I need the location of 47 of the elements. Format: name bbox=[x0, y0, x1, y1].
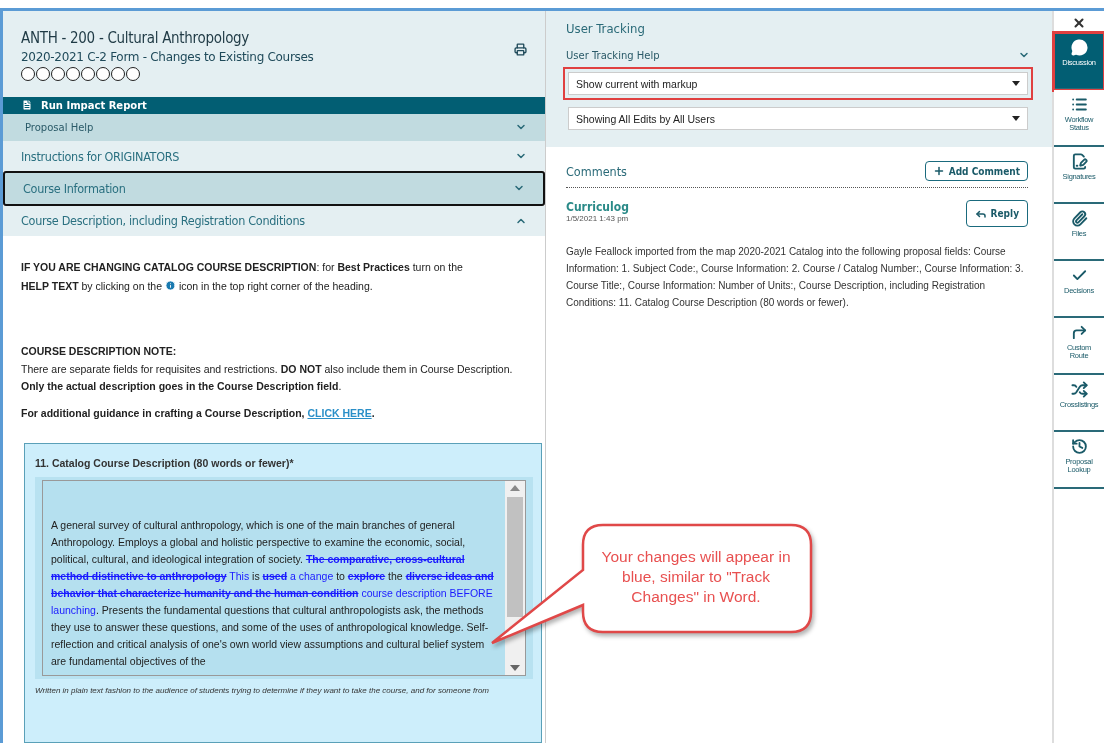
panel-title: User Tracking bbox=[566, 21, 646, 36]
shuffle-icon bbox=[1070, 381, 1088, 398]
tracking-select[interactable]: Show current with markup bbox=[568, 72, 1028, 95]
add-comment-button[interactable]: Add Comment bbox=[924, 161, 1028, 181]
proposal-help-label: Proposal Help bbox=[25, 121, 94, 133]
caret-icon bbox=[1012, 81, 1020, 86]
speech-bubble-icon bbox=[1070, 39, 1088, 56]
section-header[interactable]: Course Information bbox=[3, 171, 545, 206]
proposal-help-bar[interactable]: Proposal Help bbox=[3, 113, 545, 141]
section-title: Instructions for ORIGINATORS bbox=[21, 148, 180, 164]
form-name: 2020-2021 C-2 Form - Changes to Existing Courses bbox=[21, 50, 314, 64]
section-header[interactable]: Course Description, including Registration Conditions bbox=[3, 205, 545, 236]
note-text: There are separate fields for requisites and restrictions. DO NOT also include them in Course Description. Only the actual description goes in the Course Description field. bbox=[21, 362, 514, 394]
comment-text: Gayle Feallock imported from the map 2020-2021 Catalog into the following proposal fields: Course Information: 1. Subject Code:, Course Information: 2. Course / Catalog Number:, Course Information: 3. Course Title:, Course Information: Number of Units:, Course Description, including Registration Conditions: 11. Catalog Course Description (80 words or fewer). bbox=[566, 245, 1025, 310]
signature-icon bbox=[1070, 153, 1088, 170]
instruction-text: icon in the top right corner of the heading. bbox=[178, 280, 373, 292]
info-icon bbox=[164, 280, 176, 291]
tracking-help-label[interactable]: User Tracking Help bbox=[566, 49, 660, 61]
section-title: Course Description, including Registration Conditions bbox=[21, 213, 305, 229]
section-title: Course Information bbox=[23, 180, 126, 196]
reply-button[interactable]: Reply bbox=[965, 200, 1028, 227]
field-label: 11. Catalog Course Description (80 words or fewer)* bbox=[35, 456, 295, 471]
comment-author: Curriculog bbox=[566, 200, 629, 214]
route-icon bbox=[1070, 324, 1088, 341]
document-icon bbox=[21, 99, 33, 112]
note-heading: COURSE DESCRIPTION NOTE: bbox=[21, 345, 177, 357]
scrollbar[interactable] bbox=[505, 481, 525, 675]
course-title: ANTH - 200 - Cultural Anthropology bbox=[21, 29, 251, 47]
instruction-text: IF YOU ARE CHANGING CATALOG COURSE DESCRIPTION: for Best Practices turn on the bbox=[21, 260, 464, 275]
caret-icon bbox=[1012, 116, 1020, 121]
description-text: A general survey of cultural anthropology, which is one of the main branches of general Anthropology. Employs a global and holistic perspective to examine the economic, social, political, cultural, and ideological integration of society. The comparative, cross-cultural method distinctive to anthropology This is used a change to explore the diverse ideas and behavior that characterize humanity and the human condition course description BEFORE launching. Presents the fundamental questions that cultural anthropologists ask, the methods they use to answer these questions, and some of the uses of anthropological knowledge. Self-reflection and critical analysis of one's own world view assumptions and cultural belief system are fundamental objectives of the bbox=[51, 519, 494, 667]
description-field[interactable] bbox=[42, 480, 526, 676]
callout-text: Your changes will appear in blue, similar to "Track Changes" in Word. bbox=[600, 547, 792, 607]
impact-report-button[interactable]: Run Impact Report bbox=[3, 97, 545, 114]
list-icon bbox=[1070, 96, 1088, 113]
instruction-text: HELP TEXT by clicking on the bbox=[21, 280, 163, 292]
guidance-text: For additional guidance in crafting a Course Description, CLICK HERE. bbox=[21, 406, 376, 421]
comments-title: Comments bbox=[566, 163, 627, 179]
section-header[interactable]: Instructions for ORIGINATORS bbox=[3, 140, 545, 172]
click-here-link[interactable]: CLICK HERE bbox=[307, 407, 372, 419]
tracking-select[interactable]: Showing All Edits by All Users bbox=[568, 107, 1028, 130]
comment-date: 1/5/2021 1:43 pm bbox=[566, 214, 629, 223]
paperclip-icon bbox=[1070, 210, 1088, 227]
plus-icon bbox=[932, 165, 945, 177]
field-hint: Written in plain text fashion to the audience of students trying to determine if they want to take the course, and for someone from bbox=[35, 685, 491, 697]
print-icon[interactable] bbox=[514, 43, 527, 56]
history-icon bbox=[1070, 438, 1088, 455]
